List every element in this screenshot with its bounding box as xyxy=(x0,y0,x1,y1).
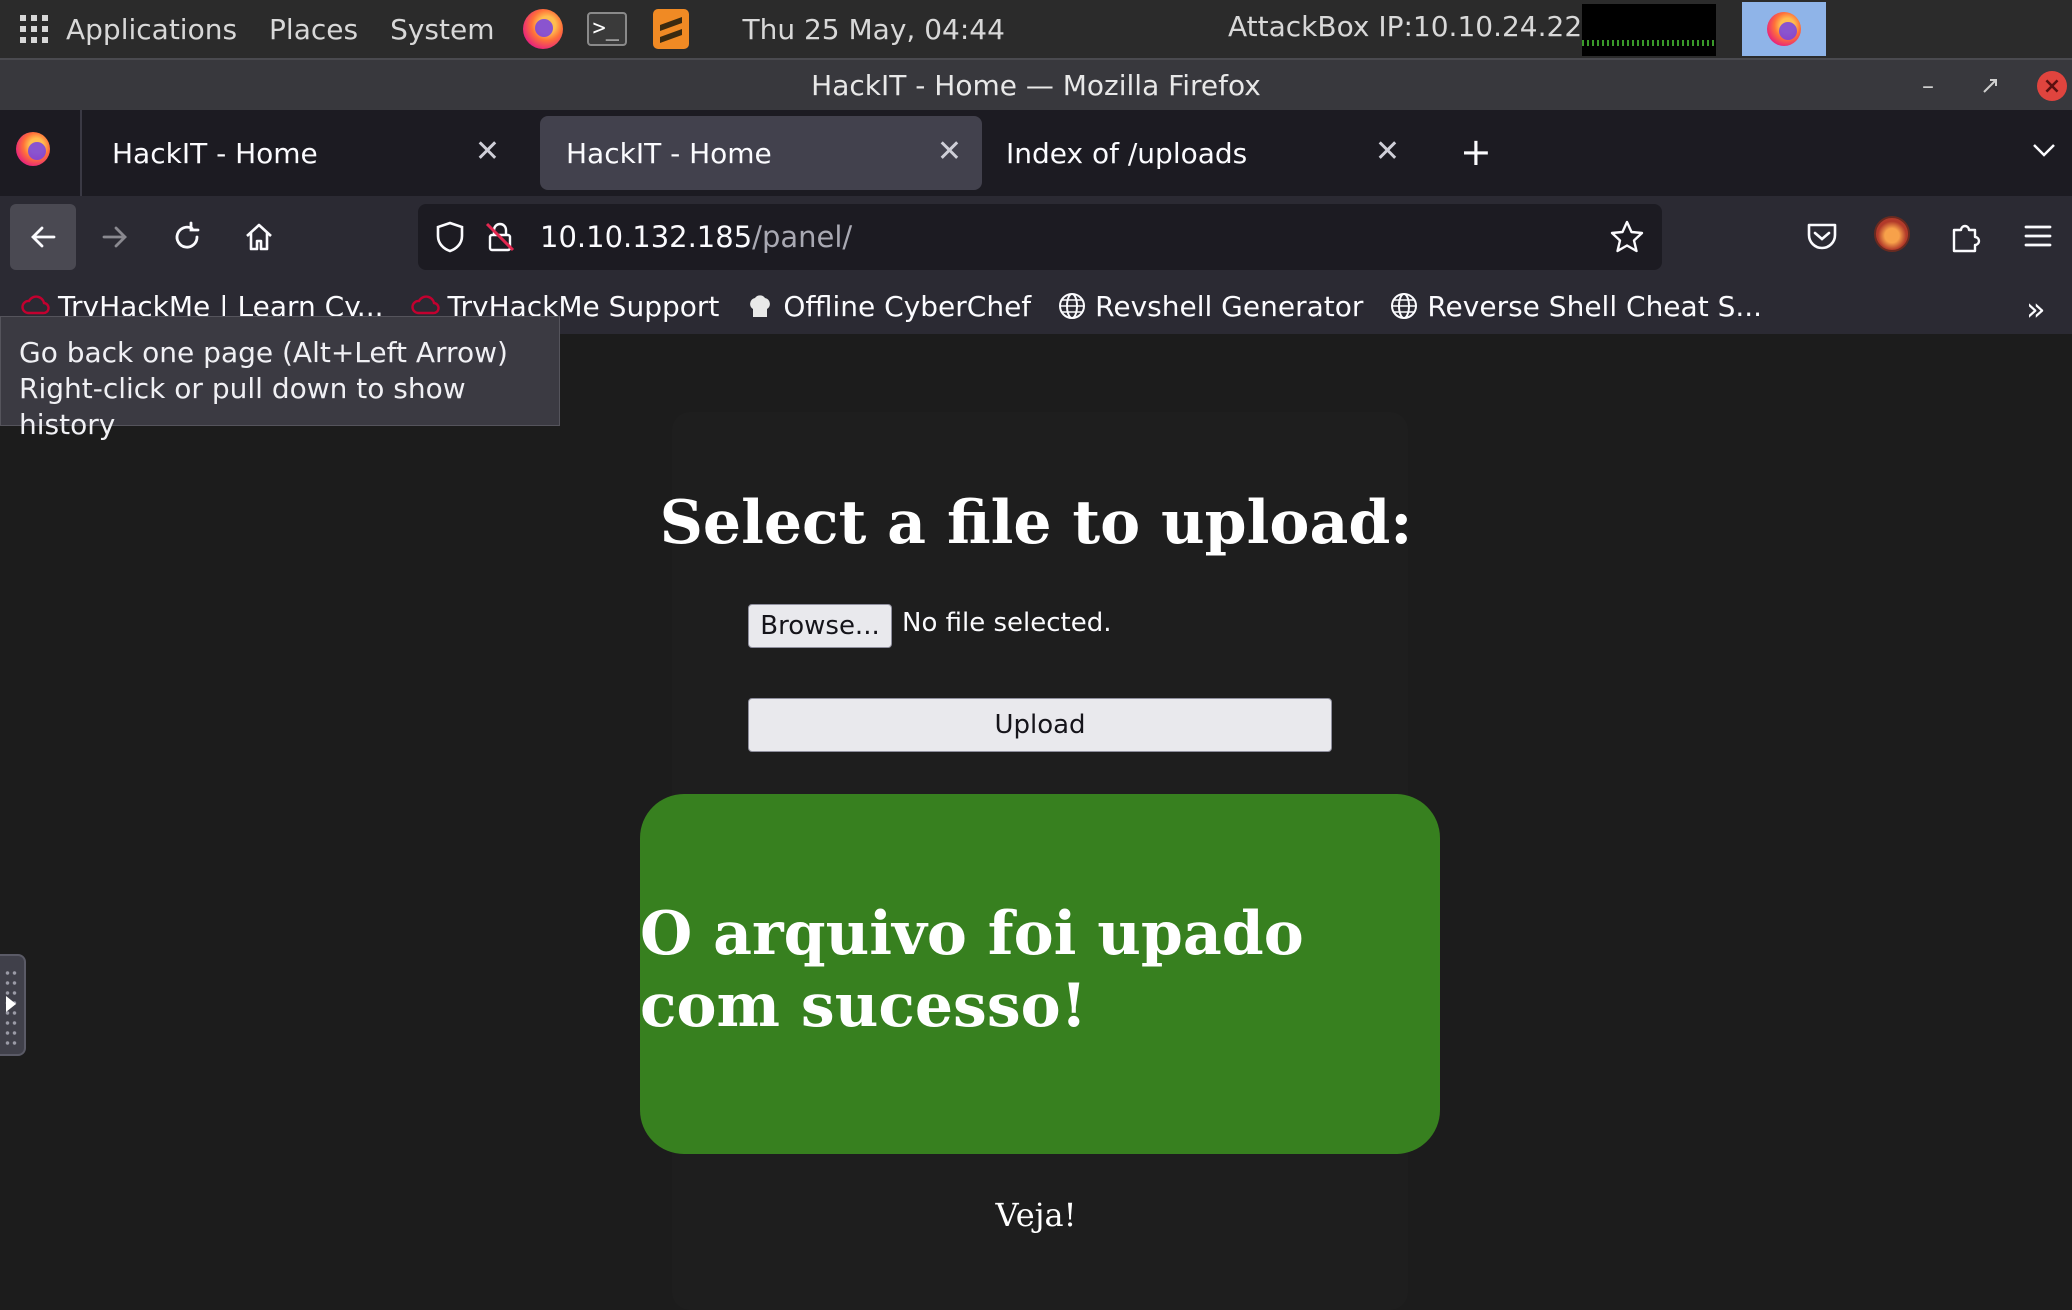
forward-button[interactable] xyxy=(82,204,148,270)
arrow-right-icon xyxy=(102,226,127,248)
window-titlebar: HackIT - Home — Mozilla Firefox – × xyxy=(0,58,2072,110)
upload-heading: Select a file to upload: xyxy=(659,488,1413,558)
menu-places[interactable]: Places xyxy=(253,13,374,46)
upload-button[interactable]: Upload xyxy=(748,698,1332,752)
os-clock[interactable]: Thu 25 May, 04:44 xyxy=(743,13,1005,46)
pocket-icon[interactable] xyxy=(1802,216,1842,256)
reload-icon xyxy=(175,221,200,249)
terminal-launcher-icon[interactable]: >_ xyxy=(585,7,629,51)
shield-icon[interactable] xyxy=(432,219,468,255)
insecure-lock-icon[interactable] xyxy=(482,219,518,255)
chevron-down-icon xyxy=(2033,144,2055,157)
back-button[interactable] xyxy=(10,204,76,270)
bookmark-offline-cyberchef[interactable]: Offline CyberChef xyxy=(745,290,1031,323)
menu-applications[interactable]: Applications xyxy=(50,13,253,46)
bookmarks-overflow-chevron-icon[interactable]: » xyxy=(2026,290,2046,328)
tab-label: HackIT - Home xyxy=(566,136,772,170)
tab-label: HackIT - Home xyxy=(112,136,318,170)
success-message: O arquivo foi upado com sucesso! xyxy=(640,899,1304,1041)
os-top-panel: Applications Places System >_ Thu 25 May… xyxy=(0,0,2072,58)
menu-system[interactable]: System xyxy=(374,13,510,46)
file-status-text: No file selected. xyxy=(902,608,1112,638)
close-window-button[interactable]: × xyxy=(2034,68,2070,104)
firefox-view-button[interactable] xyxy=(16,132,56,172)
browse-button[interactable]: Browse... xyxy=(748,604,892,648)
home-icon xyxy=(246,223,272,251)
tooltip-line-1: Go back one page (Alt+Left Arrow) xyxy=(19,336,508,369)
url-path: /panel/ xyxy=(752,220,853,254)
play-arrow-icon xyxy=(6,996,16,1012)
hamburger-menu-icon[interactable] xyxy=(2018,216,2058,256)
new-tab-button[interactable]: + xyxy=(1460,130,1492,174)
minimize-button[interactable]: – xyxy=(1910,68,1946,104)
tab-hackit-home-1[interactable]: HackIT - Home ✕ xyxy=(86,116,520,190)
page-content: Select a file to upload: Browse... No fi… xyxy=(0,334,2072,1310)
bookmark-revshell-generator[interactable]: Revshell Generator xyxy=(1057,290,1363,323)
window-title: HackIT - Home — Mozilla Firefox xyxy=(811,68,1261,102)
veja-link[interactable]: Veja! xyxy=(0,1196,2072,1234)
system-monitor-graph xyxy=(1582,4,1716,56)
app-grid-icon[interactable] xyxy=(18,13,50,45)
bookmark-star-icon[interactable] xyxy=(1608,218,1646,256)
chef-hat-icon xyxy=(750,295,771,317)
navigation-toolbar: 10.10.132.185/panel/ xyxy=(0,196,2072,278)
reload-button[interactable] xyxy=(154,204,220,270)
arrow-left-icon xyxy=(31,226,56,248)
tab-hackit-home-2[interactable]: HackIT - Home ✕ xyxy=(540,116,982,190)
tab-close-icon[interactable]: ✕ xyxy=(937,134,962,169)
url-bar[interactable]: 10.10.132.185/panel/ xyxy=(418,204,1662,270)
bookmark-label: Revshell Generator xyxy=(1095,289,1364,323)
tab-close-icon[interactable]: ✕ xyxy=(475,134,500,169)
bookmark-label: Offline CyberChef xyxy=(783,289,1032,323)
tooltip-line-2: Right-click or pull down to show history xyxy=(19,372,466,441)
globe-icon xyxy=(1391,293,1418,319)
bookmark-label: Reverse Shell Cheat S... xyxy=(1427,289,1763,323)
tab-strip: HackIT - Home ✕ HackIT - Home ✕ Index of… xyxy=(0,110,2072,196)
success-message-box: O arquivo foi upado com sucesso! xyxy=(640,794,1440,1154)
restore-icon xyxy=(1983,79,1997,93)
list-all-tabs-button[interactable] xyxy=(2028,134,2060,166)
sublime-launcher-icon[interactable] xyxy=(649,7,693,51)
globe-icon xyxy=(1059,293,1086,319)
tab-label: Index of /uploads xyxy=(1006,136,1248,170)
tab-separator xyxy=(80,110,82,196)
home-button[interactable] xyxy=(226,204,292,270)
tab-index-uploads[interactable]: Index of /uploads ✕ xyxy=(980,116,1420,190)
url-host: 10.10.132.185 xyxy=(540,220,753,254)
attackbox-ip: AttackBox IP:10.10.24.228 xyxy=(1228,10,1600,43)
extensions-puzzle-icon[interactable] xyxy=(1946,216,1986,256)
extension-avatar-icon[interactable] xyxy=(1874,216,1914,256)
taskbar-firefox-window[interactable] xyxy=(1742,2,1826,56)
bookmark-reverse-shell-cheat[interactable]: Reverse Shell Cheat S... xyxy=(1389,290,1762,323)
firefox-launcher-icon[interactable] xyxy=(521,7,565,51)
tab-close-icon[interactable]: ✕ xyxy=(1375,134,1400,169)
url-text[interactable]: 10.10.132.185/panel/ xyxy=(540,220,852,254)
back-button-tooltip: Go back one page (Alt+Left Arrow) Right-… xyxy=(0,316,560,441)
sidebar-toggle-handle[interactable] xyxy=(0,954,26,1056)
close-icon: × xyxy=(2037,71,2067,101)
restore-button[interactable] xyxy=(1972,68,2008,104)
